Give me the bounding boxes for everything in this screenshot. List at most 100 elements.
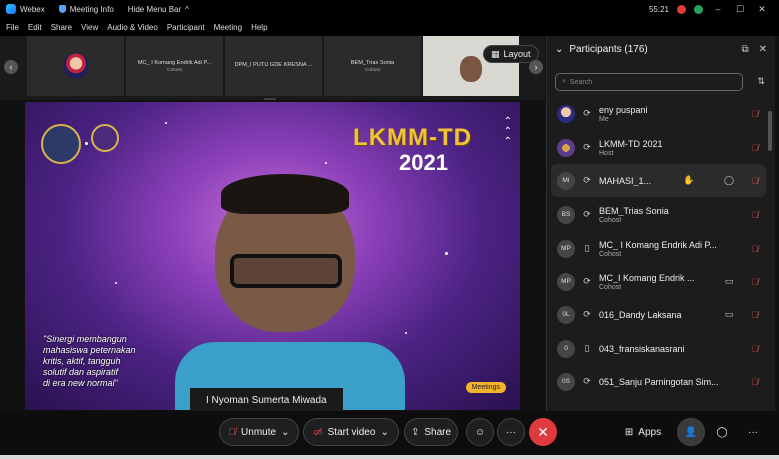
participant-row[interactable]: ⟳ LKMM-TD 2021 Host 🎙̸ bbox=[551, 131, 766, 164]
mic-muted-icon[interactable]: 🎙̸ bbox=[748, 344, 762, 354]
audio-connection-icon: ⟳ bbox=[583, 376, 591, 386]
participant-row[interactable]: BS ⟳ BEM_Trias Sonia Cohost 🎙̸ bbox=[551, 198, 766, 231]
hide-menu-bar-button[interactable]: Hide Menu Bar ^ bbox=[128, 5, 189, 14]
chat-icon[interactable]: ◯ bbox=[722, 175, 736, 186]
mic-muted-icon[interactable]: 🎙̸ bbox=[748, 277, 762, 287]
menu-bar: File Edit Share View Audio & Video Parti… bbox=[0, 18, 779, 36]
participant-name: LKMM-TD 2021 bbox=[599, 138, 663, 149]
chat-button[interactable]: ◯ bbox=[708, 418, 736, 446]
participant-name: BEM_Trias Sonia bbox=[599, 205, 669, 216]
more-panel-button[interactable]: ··· bbox=[739, 418, 767, 446]
participants-header[interactable]: ⌄ Participants (176) bbox=[555, 44, 648, 55]
chevron-down-icon[interactable]: ⌄ bbox=[380, 427, 388, 438]
faculty-logo-icon bbox=[91, 124, 119, 152]
chevron-down-icon[interactable]: ⌄ bbox=[281, 427, 289, 438]
chevron-up-icon: ^ bbox=[185, 4, 189, 14]
menu-audio-video[interactable]: Audio & Video bbox=[107, 23, 158, 32]
participant-row[interactable]: MP ▯ MC_ I Komang Endrik Adi P... Cohost… bbox=[551, 232, 766, 265]
end-meeting-button[interactable]: ✕ bbox=[529, 418, 557, 446]
thumb-self[interactable] bbox=[27, 36, 124, 96]
chat-icon: ◯ bbox=[716, 426, 728, 438]
unmute-button[interactable]: 🎙̸ Unmute ⌄ bbox=[219, 418, 299, 446]
participants-toggle-button[interactable]: 👤 bbox=[677, 418, 705, 446]
audio-connection-icon: ⟳ bbox=[583, 209, 591, 219]
avatar bbox=[557, 104, 575, 123]
avatar: 0S bbox=[557, 372, 575, 391]
star-decoration bbox=[445, 252, 448, 255]
avatar bbox=[557, 138, 575, 157]
participant-row[interactable]: MP ⟳ MC_I Komang Endrik ... Cohost ▭ 🎙̸ bbox=[551, 265, 766, 298]
avatar: BS bbox=[557, 205, 575, 224]
app-name: Webex bbox=[20, 4, 45, 14]
smiley-icon: ☺ bbox=[474, 426, 486, 438]
menu-view[interactable]: View bbox=[81, 23, 98, 32]
webex-app-menu[interactable]: Webex bbox=[6, 4, 45, 14]
start-video-button[interactable]: ▭̸ Start video ⌄ bbox=[303, 418, 399, 446]
more-options-button[interactable]: ··· bbox=[497, 418, 525, 446]
thumb-name: DPM_I PUTU GDE KRESNA ... bbox=[234, 62, 313, 68]
participant-search-input[interactable]: ⌕ Search bbox=[555, 73, 743, 91]
avatar: 0 bbox=[557, 339, 575, 358]
shield-icon bbox=[58, 5, 66, 13]
reactions-button[interactable]: ☺ bbox=[466, 418, 494, 446]
mic-muted-icon[interactable]: 🎙̸ bbox=[748, 377, 762, 387]
popout-icon[interactable]: ⧉ bbox=[741, 44, 748, 55]
minimize-button[interactable]: – bbox=[711, 4, 725, 14]
sort-button[interactable]: ⇅ bbox=[757, 76, 765, 87]
participant-row[interactable]: MI ⟳ MAHASI_1... ✋ ◯ 🎙̸ bbox=[551, 164, 766, 197]
taskbar-edge bbox=[0, 455, 779, 459]
layout-button[interactable]: ▦ Layout bbox=[483, 45, 539, 63]
share-button[interactable]: ⇪ Share bbox=[404, 418, 458, 446]
close-panel-button[interactable]: ✕ bbox=[759, 44, 767, 55]
mic-muted-icon[interactable]: 🎙̸ bbox=[748, 244, 762, 254]
thumb-participant[interactable]: BEM_Trias Sonia Cohost bbox=[324, 36, 421, 96]
star-decoration bbox=[85, 142, 88, 145]
panel-scrollbar[interactable] bbox=[768, 111, 772, 151]
strip-next-button[interactable]: › bbox=[529, 60, 543, 74]
participant-name: 043_fransiskanasrani bbox=[599, 343, 685, 354]
participant-role: Cohost bbox=[599, 216, 622, 224]
menu-help[interactable]: Help bbox=[251, 23, 267, 32]
mic-muted-icon[interactable]: 🎙̸ bbox=[748, 143, 762, 153]
strip-prev-button[interactable]: ‹ bbox=[4, 60, 18, 74]
menu-meeting[interactable]: Meeting bbox=[214, 23, 242, 32]
avatar: 0L bbox=[557, 305, 575, 324]
mic-muted-icon[interactable]: 🎙̸ bbox=[748, 176, 762, 186]
audio-connection-icon: ⟳ bbox=[583, 175, 591, 185]
menu-share[interactable]: Share bbox=[51, 23, 72, 32]
chevron-down-icon: ⌄ bbox=[555, 44, 564, 55]
thumb-name: MC_ I Komang Endrik Adi P... bbox=[137, 59, 212, 66]
meeting-timer: 55:21 bbox=[648, 4, 669, 14]
participant-row[interactable]: 0L ⟳ 016_Dandy Laksana ▭ 🎙̸ bbox=[551, 298, 766, 331]
participant-row[interactable]: ⟳ eny puspani Me 🎙̸ bbox=[551, 97, 766, 130]
maximize-button[interactable]: ☐ bbox=[733, 4, 747, 15]
close-window-button[interactable]: ✕ bbox=[755, 4, 769, 15]
chevron-up-icon: ⌃ bbox=[503, 136, 512, 147]
thumb-role: Cohost bbox=[166, 67, 183, 73]
mic-muted-icon[interactable]: 🎙̸ bbox=[748, 210, 762, 220]
meetings-badge: Meetings bbox=[465, 382, 506, 393]
mic-muted-icon[interactable]: 🎙̸ bbox=[748, 310, 762, 320]
menu-file[interactable]: File bbox=[6, 23, 19, 32]
active-speaker-video[interactable]: LKMM-TD 2021 ⌃ ⌃ ⌃ "Sinergi membangun ma… bbox=[25, 102, 520, 410]
thumb-participant[interactable]: MC_ I Komang Endrik Adi P... Cohost bbox=[126, 36, 223, 96]
menu-edit[interactable]: Edit bbox=[28, 23, 42, 32]
search-placeholder: Search bbox=[569, 78, 593, 86]
participant-row[interactable]: 0S ⟳ 051_Sanju Parningotan Sim... 🎙̸ bbox=[551, 365, 766, 398]
mic-muted-icon[interactable]: 🎙̸ bbox=[748, 109, 762, 119]
layout-icon: ▦ bbox=[491, 48, 500, 59]
participant-role: Host bbox=[599, 149, 614, 157]
meeting-info-label: Meeting Info bbox=[69, 4, 114, 14]
thumb-participant[interactable]: DPM_I PUTU GDE KRESNA ... bbox=[225, 36, 322, 96]
audio-connection-icon: ⟳ bbox=[583, 142, 591, 152]
speaker-name-label: I Nyoman Sumerta Miwada bbox=[190, 388, 343, 412]
menu-participant[interactable]: Participant bbox=[167, 23, 205, 32]
video-strip: ‹ MC_ I Komang Endrik Adi P... Cohost DP… bbox=[0, 36, 545, 103]
phone-audio-icon: ▯ bbox=[584, 343, 590, 353]
participant-role: Cohost bbox=[599, 250, 622, 258]
meeting-info-button[interactable]: Meeting Info bbox=[58, 4, 114, 14]
university-logo-icon bbox=[41, 124, 81, 164]
apps-button[interactable]: ⊞ Apps bbox=[620, 418, 666, 446]
tagline-line: "Sinergi membangun bbox=[43, 334, 127, 344]
participant-row[interactable]: 0 ▯ 043_fransiskanasrani 🎙̸ bbox=[551, 332, 766, 365]
